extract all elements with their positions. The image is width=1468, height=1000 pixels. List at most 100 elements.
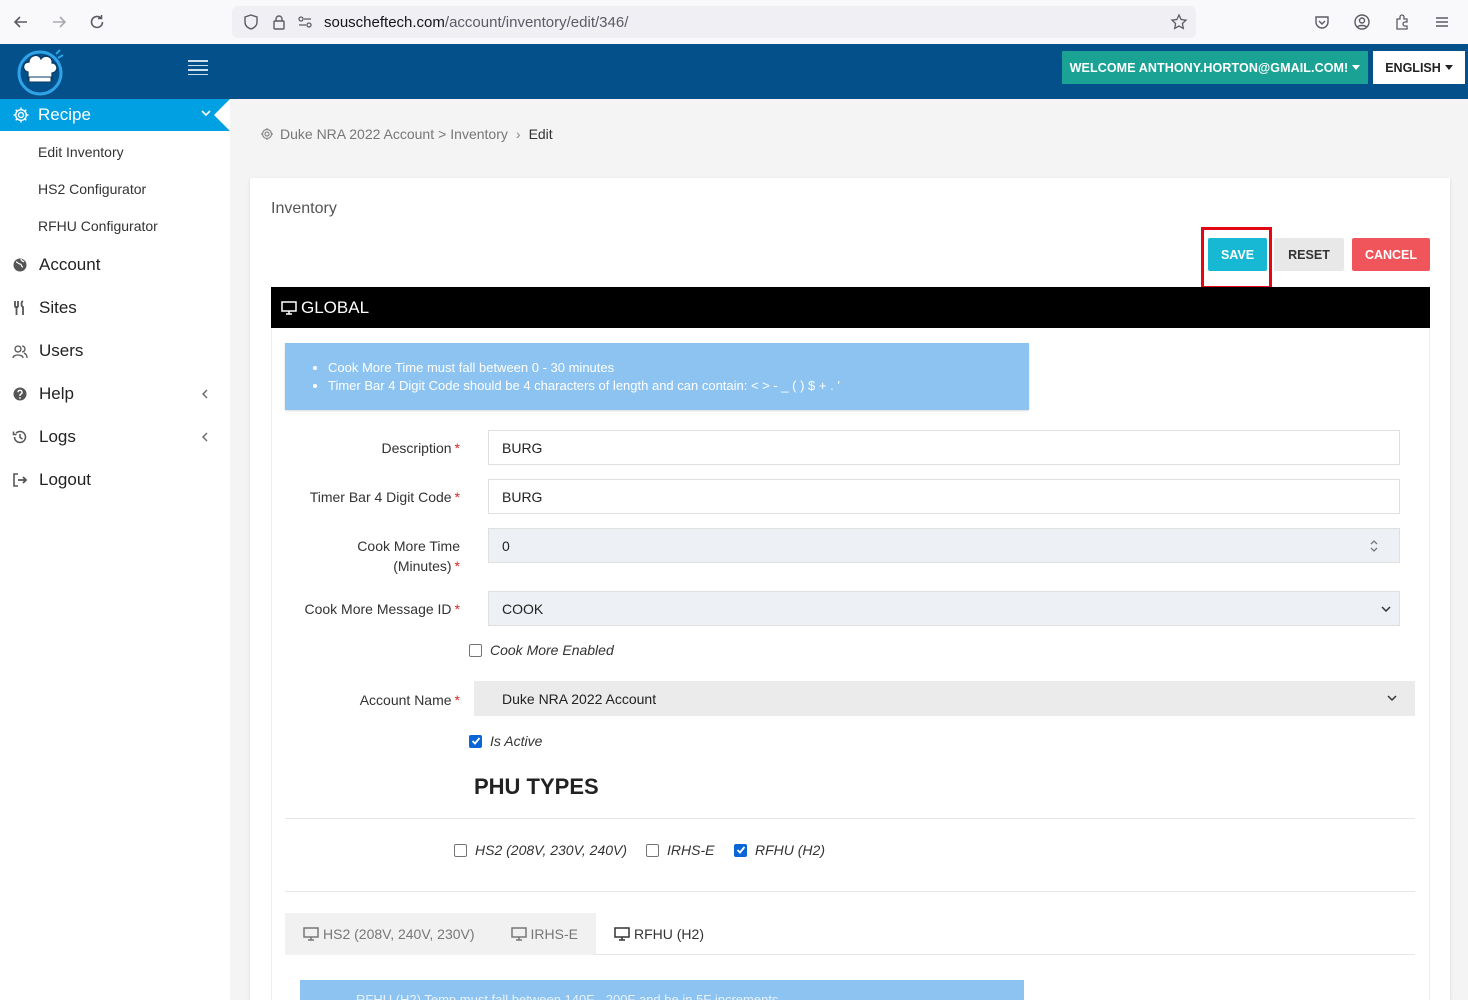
message-id-value: COOK [502,600,544,617]
breadcrumb-separator: › [515,126,521,142]
breadcrumb-inventory[interactable]: Inventory [450,126,508,142]
tab-hs2[interactable]: HS2 (208V, 240V, 230V) [285,913,493,955]
account-name-select[interactable]: Duke NRA 2022 Account [474,681,1415,716]
reload-button[interactable] [78,0,116,44]
gear-icon [261,128,273,140]
account-name-label: Account Name * [359,692,460,708]
checkbox-label: HS2 (208V, 230V, 240V) [475,842,628,858]
sidebar-subitem-edit-inventory[interactable]: Edit Inventory [38,144,124,160]
description-input[interactable]: BURG [488,430,1400,465]
sidebar-item-label: Account [39,255,101,274]
timer-code-value: BURG [502,488,543,505]
sidebar-item-sites[interactable]: Sites [0,293,230,323]
phu-hs2-checkbox[interactable]: HS2 (208V, 230V, 240V) [454,842,627,858]
menu-icon [1436,17,1448,27]
question-circle-icon [13,387,27,401]
tab-rfhu[interactable]: RFHU (H2) [595,913,722,955]
checkbox-box[interactable] [734,843,747,857]
sidebar-item-label: Recipe [38,105,91,124]
reset-button[interactable]: RESET [1274,238,1344,271]
gear-icon [13,107,29,123]
phu-tabs: HS2 (208V, 240V, 230V) IRHS-E RFHU (H2) [285,913,722,955]
sidebar-item-recipe[interactable]: Recipe [0,99,230,131]
description-value: BURG [502,439,543,456]
desktop-icon [281,300,297,315]
menu-button[interactable] [1424,4,1460,40]
extensions-button[interactable] [1384,4,1420,40]
cancel-button[interactable]: CANCEL [1352,238,1430,271]
sidebar-item-logs[interactable]: Logs [0,422,230,452]
chevron-down-icon [1381,606,1391,613]
account-button[interactable] [1344,4,1380,40]
phu-irhs-checkbox[interactable]: IRHS-E [646,842,714,858]
browser-tools [1304,0,1460,44]
info-item: Cook More Time must fall between 0 - 30 … [328,359,1029,377]
checkbox-box[interactable] [454,843,467,857]
sidebar-subitem-rfhu-configurator[interactable]: RFHU Configurator [38,218,158,234]
chef-hat-logo[interactable] [14,46,66,96]
cook-more-enabled-checkbox[interactable]: Cook More Enabled [469,642,614,658]
back-button[interactable] [2,0,40,44]
checkmark-icon [471,737,480,745]
lock-icon[interactable] [270,13,288,31]
phu-rfhu-checkbox[interactable]: RFHU (H2) [734,842,825,858]
caret-down-icon [1444,65,1453,70]
sidebar-item-help[interactable]: Help [0,379,230,409]
is-active-checkbox[interactable]: Is Active [469,733,542,749]
account-icon [1354,14,1370,30]
tab-irhs[interactable]: IRHS-E [492,913,596,955]
page-permissions-icon[interactable] [296,13,314,31]
chevron-left-icon [202,432,208,442]
forward-button[interactable] [40,0,78,44]
welcome-label: WELCOME ANTHONY.HORTON@GMAIL.COM! [1069,60,1349,75]
checkbox-label: RFHU (H2) [755,842,825,858]
bookmark-star-icon[interactable] [1170,13,1188,31]
sidebar-item-account[interactable]: Account [0,250,230,280]
checkbox-box[interactable] [469,643,482,657]
url-text[interactable]: souscheftech.com/account/inventory/edit/… [324,14,628,31]
global-section-body [271,328,1430,1000]
shield-icon[interactable] [242,13,260,31]
sidebar-item-logout[interactable]: Logout [0,465,230,495]
message-id-label: Cook More Message ID * [304,601,460,617]
chevron-down-icon [1387,695,1397,702]
checkbox-label: Cook More Enabled [490,642,614,658]
desktop-icon [510,927,527,941]
sidebar-subitem-hs2-configurator[interactable]: HS2 Configurator [38,181,146,197]
save-highlight-box [1201,227,1272,289]
active-pointer [214,99,230,131]
sidebar-toggle-button[interactable] [188,60,208,76]
inventory-card: Inventory SAVE RESET CANCEL GLOBAL Cook … [250,178,1450,1000]
sidebar-item-label: Users [39,341,84,360]
sidebar-item-label: Logout [39,470,91,489]
timer-code-label: Timer Bar 4 Digit Code * [309,489,460,505]
chevron-down-icon [201,110,211,117]
tab-label: IRHS-E [530,926,578,942]
breadcrumb-account[interactable]: Duke NRA 2022 Account [280,126,434,142]
url-domain: souscheftech.com [324,13,445,31]
card-title: Inventory [271,200,337,217]
sign-out-icon [13,473,28,487]
sidebar-item-label: Logs [39,427,76,446]
global-section-header: GLOBAL [271,287,1430,328]
timer-code-input[interactable]: BURG [488,479,1400,514]
user-menu-button[interactable]: WELCOME ANTHONY.HORTON@GMAIL.COM! [1062,51,1368,84]
message-id-select[interactable]: COOK [488,591,1400,626]
url-bar[interactable]: souscheftech.com/account/inventory/edit/… [232,6,1196,38]
checkbox-box[interactable] [646,843,659,857]
checkmark-icon [736,846,745,854]
language-button[interactable]: ENGLISH [1373,51,1465,84]
sidebar-item-users[interactable]: Users [0,336,230,366]
forward-arrow-icon [53,16,67,28]
globe-icon [13,258,27,272]
cook-time-value: 0 [502,537,510,554]
checkbox-box[interactable] [469,734,482,748]
description-label: Description * [381,440,460,456]
divider [285,818,1415,819]
spinner-arrows-icon[interactable] [1369,538,1379,554]
pocket-button[interactable] [1304,4,1340,40]
caret-down-icon [1352,65,1361,70]
utensils-icon [14,300,24,315]
breadcrumb-current: Edit [528,126,553,142]
cook-time-input[interactable]: 0 [488,528,1400,563]
